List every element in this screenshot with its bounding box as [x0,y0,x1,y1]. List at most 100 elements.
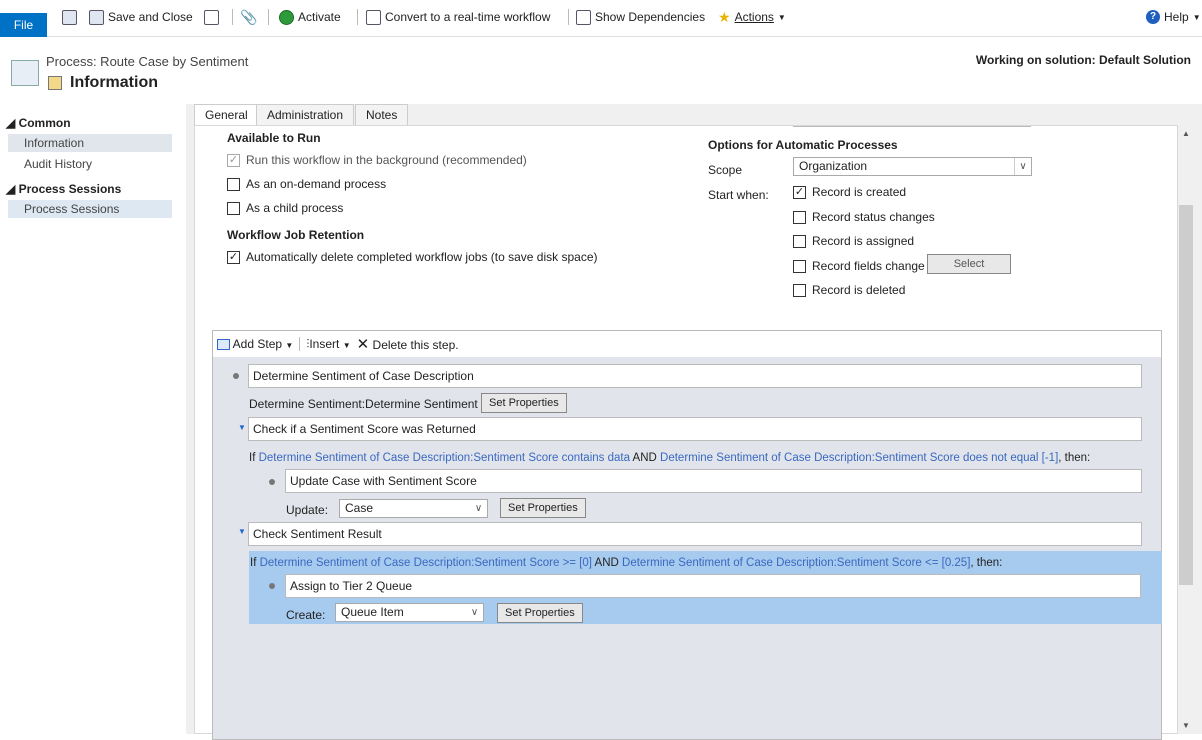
cond-link[interactable]: Determine Sentiment of Case Description:… [259,452,630,464]
sidebar-item-audit-history[interactable]: Audit History [8,155,172,173]
help-button[interactable]: ? Help ▼ [1146,8,1201,26]
separator [299,337,301,351]
insert-button[interactable]: ⫶Insert ▼ [306,337,350,352]
record-fields-checkbox[interactable]: Record fields change [793,259,925,273]
delete-step-button[interactable]: ✕ Delete this step. [357,335,459,353]
sidebar: ◢ Common Information Audit History ◢ Pro… [0,104,186,734]
paperclip-icon: 📎 [240,8,258,25]
auto-delete-checkbox[interactable]: ✓ Automatically delete completed workflow… [227,250,598,264]
set-properties-button[interactable]: Set Properties [500,498,586,518]
start-when-label: Start when: [708,188,769,202]
chevron-down-icon: ▼ [285,341,294,350]
sidebar-item-process-sessions[interactable]: Process Sessions [8,200,172,218]
print-button[interactable] [204,8,219,26]
step-bullet-icon [269,583,275,589]
show-dependencies-button[interactable]: Show Dependencies [576,8,705,26]
select-value: Queue Item [341,605,404,619]
scroll-thumb[interactable] [1179,205,1193,585]
record-created-checkbox[interactable]: ✓ Record is created [793,185,906,199]
cond-link[interactable]: Determine Sentiment of Case Description:… [260,557,592,569]
star-icon: ★ [718,8,731,25]
attach-button[interactable]: 📎 [240,8,257,26]
chevron-down-icon: ▼ [777,12,786,22]
step-action-label: Determine Sentiment:Determine Sentiment [249,397,478,411]
show-dependencies-label: Show Dependencies [595,10,706,24]
options-heading: Options for Automatic Processes [708,138,898,152]
activate-button[interactable]: Activate [279,8,341,26]
add-step-label: Add Step [232,337,283,351]
page-title: Information [70,74,158,91]
checkbox-label: Record fields change [812,259,925,273]
job-retention-heading: Workflow Job Retention [227,228,365,242]
select-fields-button[interactable]: Select [927,254,1011,274]
create-entity-select[interactable]: Queue Item ∨ [335,603,484,622]
convert-button[interactable]: Convert to a real-time workflow [366,8,550,26]
save-close-icon [89,9,104,25]
condition-2[interactable]: If Determine Sentiment of Case Descripti… [250,557,1002,569]
form-icon [48,76,62,90]
chevron-down-icon: ▼ [342,340,351,350]
update-entity-select[interactable]: Case ∨ [339,499,488,518]
tab-general[interactable]: General [194,104,259,126]
checkbox-label: Record is assigned [812,234,915,248]
record-status-checkbox[interactable]: Record status changes [793,210,935,224]
child-process-checkbox[interactable]: As a child process [227,201,343,215]
scroll-down-icon[interactable]: ▼ [1182,721,1190,730]
record-assigned-checkbox[interactable]: Record is assigned [793,234,914,248]
delete-icon: ✕ [356,336,370,353]
checkmark-icon: ✓ [227,153,240,167]
sidebar-group-common[interactable]: ◢ Common [6,116,71,130]
chevron-down-icon: ∨ [1014,158,1031,175]
update-label: Update: [286,503,329,517]
dependencies-icon [576,9,591,25]
process-subtitle: Process: Route Case by Sentiment [46,54,249,69]
actions-menu[interactable]: ★ Actions ▼ [718,8,786,26]
step-check-result[interactable]: Check Sentiment Result [248,522,1142,546]
step-update-case[interactable]: Update Case with Sentiment Score [285,469,1142,493]
separator [232,9,233,25]
step-assign-queue[interactable]: Assign to Tier 2 Queue [285,574,1141,598]
tab-notes[interactable]: Notes [355,104,409,126]
run-background-checkbox[interactable]: ✓ Run this workflow in the background (re… [227,153,527,167]
scope-select[interactable]: Organization ∨ [793,157,1032,176]
add-step-icon [217,339,230,351]
condition-1[interactable]: If Determine Sentiment of Case Descripti… [249,452,1090,464]
separator [568,9,569,25]
step-determine-sentiment[interactable]: Determine Sentiment of Case Description [248,364,1142,388]
solution-label: Working on solution: Default Solution [975,53,1191,67]
cond-link[interactable]: Determine Sentiment of Case Description:… [660,452,1058,464]
actions-label: Actions [734,10,774,24]
save-and-close-button[interactable]: Save and Close [89,8,193,26]
checkbox-label: Run this workflow in the background (rec… [246,153,527,167]
checkbox-label: Record is deleted [812,283,906,297]
cond-text: , then: [970,557,1003,569]
collapse-icon[interactable]: ▼ [238,527,246,536]
checkbox-label: As a child process [246,201,344,215]
cond-text: If [250,557,260,569]
vertical-scrollbar[interactable]: ▲ ▼ [1178,125,1194,734]
step-check-score[interactable]: Check if a Sentiment Score was Returned [248,417,1142,441]
form-content: General Administration Notes Available t… [186,104,1202,740]
tab-administration[interactable]: Administration [256,104,355,126]
set-properties-button[interactable]: Set Properties [481,393,567,413]
add-step-button[interactable]: Add Step ▼ [217,337,293,351]
sidebar-item-information[interactable]: Information [8,134,172,152]
activate-icon [279,9,294,25]
file-tab[interactable]: File [0,13,47,37]
checkbox-label: Record status changes [812,210,935,224]
checkbox-box [227,201,240,215]
save-button[interactable] [62,8,77,26]
set-properties-button[interactable]: Set Properties [497,603,583,623]
help-icon: ? [1146,10,1160,24]
step-bullet-icon [269,479,275,485]
cond-link[interactable]: Determine Sentiment of Case Description:… [622,557,970,569]
on-demand-checkbox[interactable]: As an on-demand process [227,177,386,191]
step-bullet-icon [233,373,239,379]
scroll-up-icon[interactable]: ▲ [1182,129,1190,138]
item-label: Process Sessions [24,202,120,216]
collapse-icon[interactable]: ▼ [238,423,246,432]
save-close-label: Save and Close [108,10,193,24]
sidebar-group-process-sessions[interactable]: ◢ Process Sessions [6,182,121,196]
delete-label: Delete this step. [372,338,459,352]
record-deleted-checkbox[interactable]: Record is deleted [793,283,905,297]
